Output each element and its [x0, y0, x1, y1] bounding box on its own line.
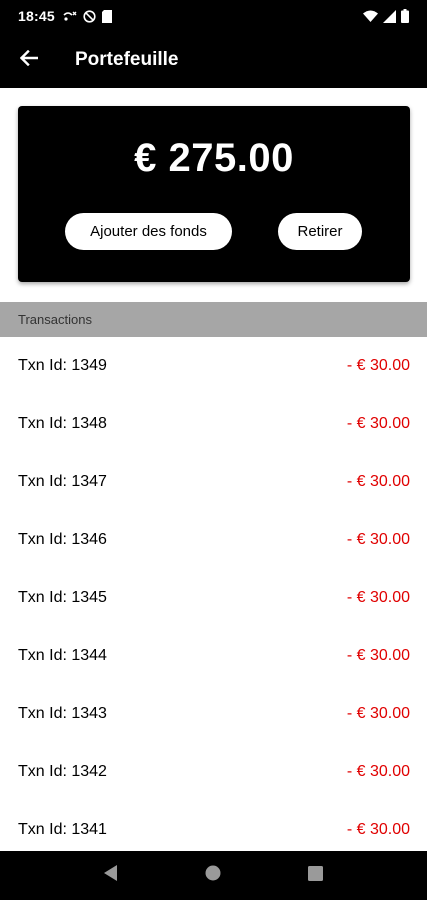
- app-bar: Portefeuille: [0, 32, 427, 88]
- transaction-amount: - € 30.00: [346, 647, 410, 664]
- wallet-card: € 275.00 Ajouter des fonds Retirer: [18, 106, 410, 282]
- wifi-call-icon: [63, 10, 77, 22]
- transactions-header: Transactions: [0, 302, 427, 337]
- add-funds-button[interactable]: Ajouter des fonds: [65, 213, 232, 250]
- transaction-id: Txn Id: 1346: [18, 531, 107, 548]
- circle-home-icon: [205, 865, 221, 886]
- transaction-row[interactable]: Txn Id: 1343 - € 30.00: [0, 685, 427, 743]
- page-title: Portefeuille: [75, 49, 179, 70]
- transaction-amount: - € 30.00: [346, 763, 410, 780]
- transaction-row[interactable]: Txn Id: 1347 - € 30.00: [0, 453, 427, 511]
- status-bar: 18:45: [0, 0, 427, 32]
- blocked-icon: [83, 9, 96, 23]
- transaction-amount: - € 30.00: [346, 415, 410, 432]
- transaction-amount: - € 30.00: [346, 473, 410, 490]
- wifi-icon: [363, 10, 378, 22]
- arrow-left-icon: [19, 49, 39, 71]
- transaction-id: Txn Id: 1344: [18, 647, 107, 664]
- nav-home-button[interactable]: [189, 852, 237, 900]
- status-time: 18:45: [18, 8, 55, 24]
- status-left-icons: [63, 9, 112, 23]
- transaction-amount: - € 30.00: [346, 589, 410, 606]
- nav-back-button[interactable]: [87, 852, 135, 900]
- transaction-id: Txn Id: 1348: [18, 415, 107, 432]
- transaction-amount: - € 30.00: [346, 821, 410, 838]
- square-recents-icon: [308, 865, 324, 886]
- transaction-row[interactable]: Txn Id: 1348 - € 30.00: [0, 395, 427, 453]
- status-right-icons: [363, 9, 409, 23]
- back-button[interactable]: [0, 32, 58, 88]
- transaction-row[interactable]: Txn Id: 1344 - € 30.00: [0, 627, 427, 685]
- transaction-row[interactable]: Txn Id: 1342 - € 30.00: [0, 743, 427, 801]
- system-nav-bar: [0, 851, 427, 900]
- transaction-id: Txn Id: 1345: [18, 589, 107, 606]
- transaction-row[interactable]: Txn Id: 1349 - € 30.00: [0, 337, 427, 395]
- transaction-list[interactable]: Txn Id: 1349 - € 30.00 Txn Id: 1348 - € …: [0, 337, 427, 859]
- transaction-row[interactable]: Txn Id: 1346 - € 30.00: [0, 511, 427, 569]
- transaction-amount: - € 30.00: [346, 705, 410, 722]
- signal-icon: [383, 9, 396, 23]
- triangle-back-icon: [104, 865, 118, 886]
- nav-recents-button[interactable]: [292, 852, 340, 900]
- transaction-amount: - € 30.00: [346, 531, 410, 548]
- transaction-id: Txn Id: 1343: [18, 705, 107, 722]
- transaction-id: Txn Id: 1341: [18, 821, 107, 838]
- battery-icon: [401, 9, 409, 23]
- transaction-row[interactable]: Txn Id: 1345 - € 30.00: [0, 569, 427, 627]
- transaction-id: Txn Id: 1342: [18, 763, 107, 780]
- withdraw-button[interactable]: Retirer: [278, 213, 362, 250]
- sim-card-icon: [101, 9, 112, 23]
- transaction-id: Txn Id: 1349: [18, 357, 107, 374]
- transaction-amount: - € 30.00: [346, 357, 410, 374]
- wallet-balance: € 275.00: [134, 136, 294, 180]
- transaction-id: Txn Id: 1347: [18, 473, 107, 490]
